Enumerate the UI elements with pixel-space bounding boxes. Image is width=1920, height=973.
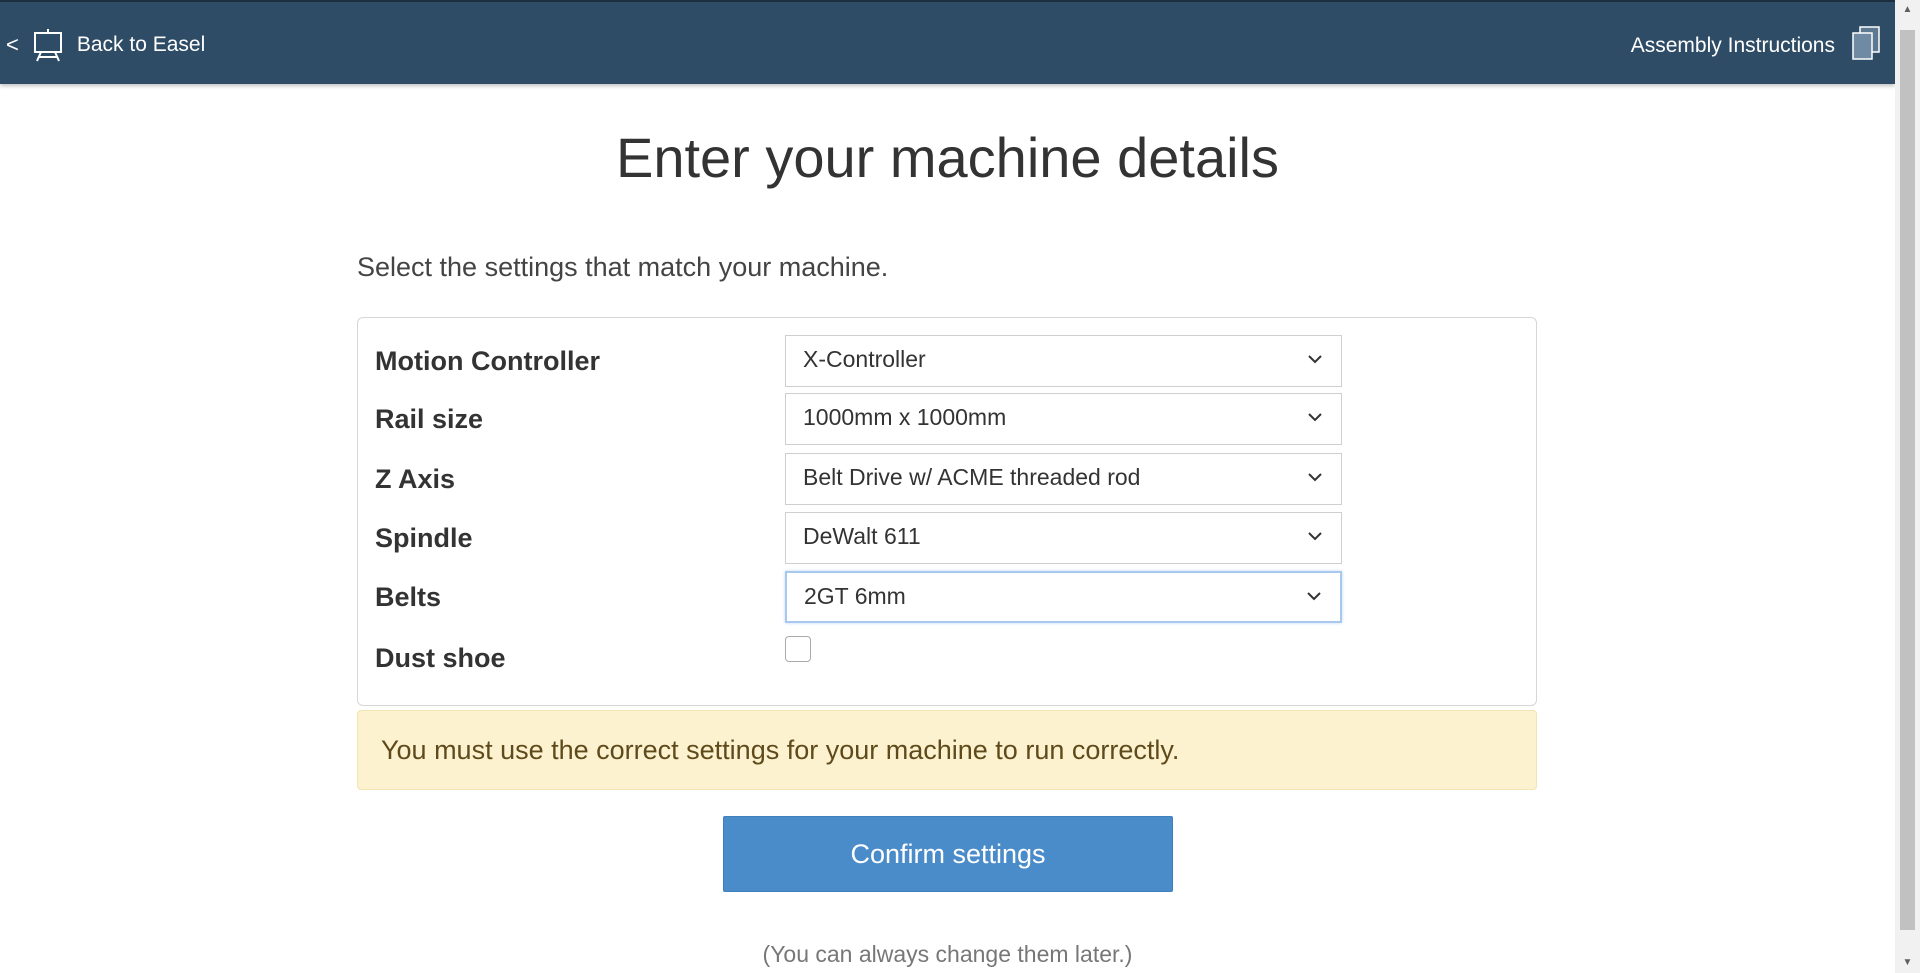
dust-shoe-label: Dust shoe <box>375 643 506 673</box>
setting-row-rail-size: Rail size 1000mm x 1000mm <box>375 393 1515 445</box>
top-navigation-bar: < Back to Easel Assembly Instructions <box>0 0 1895 84</box>
machine-settings-panel: Motion Controller X-Controller Rail size… <box>357 317 1537 706</box>
dust-shoe-checkbox[interactable] <box>785 636 811 662</box>
confirm-settings-button[interactable]: Confirm settings <box>723 816 1173 892</box>
chevron-down-icon <box>1308 532 1322 541</box>
scrollbar-thumb[interactable] <box>1900 30 1915 930</box>
chevron-down-icon <box>1308 355 1322 364</box>
spindle-value: DeWalt 611 <box>803 523 921 549</box>
motion-controller-select[interactable]: X-Controller <box>785 335 1342 387</box>
belts-label: Belts <box>375 582 442 612</box>
spindle-label: Spindle <box>375 523 473 553</box>
setting-row-z-axis: Z Axis Belt Drive w/ ACME threaded rod <box>375 453 1515 505</box>
setting-row-spindle: Spindle DeWalt 611 <box>375 512 1515 564</box>
scroll-up-arrow-icon[interactable]: ▲ <box>1895 0 1920 20</box>
chevron-down-icon <box>1308 473 1322 482</box>
rail-size-value: 1000mm x 1000mm <box>803 404 1007 430</box>
copy-documents-icon <box>1851 26 1881 66</box>
belts-value: 2GT 6mm <box>804 583 906 609</box>
setting-row-dust-shoe: Dust shoe <box>375 632 1515 684</box>
back-chevron: < <box>6 32 19 57</box>
back-to-easel-link[interactable]: < Back to Easel <box>6 28 205 62</box>
scroll-down-arrow-icon[interactable]: ▼ <box>1895 953 1920 973</box>
belts-select[interactable]: 2GT 6mm <box>785 571 1342 623</box>
page-subtitle: Select the settings that match your mach… <box>357 252 889 282</box>
setting-row-belts: Belts 2GT 6mm <box>375 571 1515 623</box>
rail-size-select[interactable]: 1000mm x 1000mm <box>785 393 1342 445</box>
easel-icon <box>33 28 63 62</box>
settings-warning-alert: You must use the correct settings for yo… <box>357 710 1537 790</box>
page-title: Enter your machine details <box>615 126 1279 189</box>
assembly-instructions-label: Assembly Instructions <box>1630 34 1835 57</box>
z-axis-value: Belt Drive w/ ACME threaded rod <box>803 464 1141 490</box>
change-later-note: (You can always change them later.) <box>762 941 1133 967</box>
z-axis-label: Z Axis <box>375 464 456 494</box>
chevron-down-icon <box>1308 413 1322 422</box>
spindle-select[interactable]: DeWalt 611 <box>785 512 1342 564</box>
chevron-down-icon <box>1307 592 1321 601</box>
motion-controller-label: Motion Controller <box>375 346 600 376</box>
z-axis-select[interactable]: Belt Drive w/ ACME threaded rod <box>785 453 1342 505</box>
motion-controller-value: X-Controller <box>803 346 926 372</box>
assembly-instructions-link[interactable]: Assembly Instructions <box>1631 26 1881 66</box>
vertical-scrollbar[interactable]: ▲ ▼ <box>1895 0 1920 973</box>
back-to-easel-label: Back to Easel <box>76 33 206 56</box>
setting-row-motion-controller: Motion Controller X-Controller <box>375 335 1515 387</box>
rail-size-label: Rail size <box>375 404 484 434</box>
